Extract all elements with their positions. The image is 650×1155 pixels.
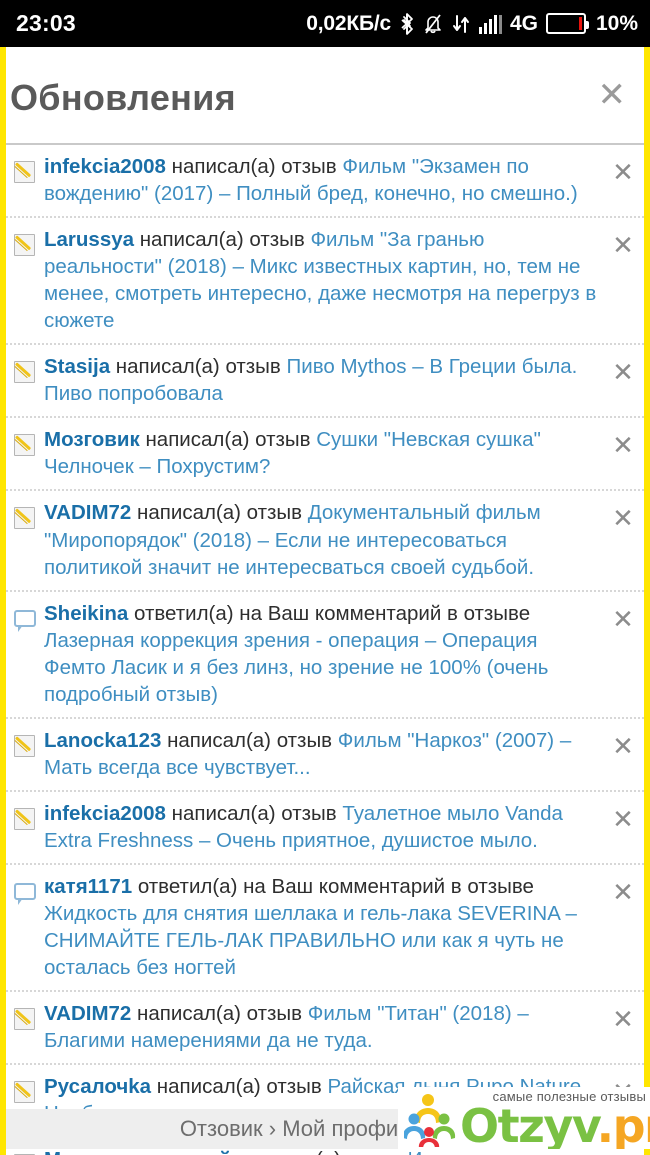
- feed-item-action: написал(а) отзыв: [139, 428, 317, 452]
- feed-item-dismiss-icon[interactable]: ✕: [606, 233, 640, 259]
- battery-icon: [545, 13, 589, 34]
- feed-item-dismiss-icon[interactable]: ✕: [606, 1007, 640, 1033]
- feed-item-username[interactable]: катя1171: [44, 875, 132, 898]
- watermark-name-green: Otzyv: [460, 1099, 598, 1149]
- feed-item-action: написал(а) отзыв: [131, 1002, 308, 1026]
- feed-item-username[interactable]: Larussya: [44, 228, 134, 251]
- feed-item-text: VADIM72 написал(а) отзыв Документальный …: [44, 499, 606, 580]
- feed-item-dismiss-icon[interactable]: ✕: [606, 506, 640, 532]
- review-pencil-icon: [12, 432, 40, 460]
- feed-item-action: написал(а) отзыв: [165, 155, 343, 178]
- review-pencil-icon: [12, 359, 40, 387]
- watermark-name-dot: .: [596, 1099, 614, 1149]
- feed-item-dismiss-icon[interactable]: ✕: [606, 433, 640, 459]
- feed-item-action: написал(а) отзыв: [134, 228, 311, 252]
- feed-item-link[interactable]: Жидкость для снятия шеллака и гель-лака …: [44, 902, 577, 979]
- feed-item-dismiss-icon[interactable]: ✕: [606, 807, 640, 833]
- feed-item-text: катя1171 ответил(а) на Ваш комментарий в…: [44, 873, 606, 981]
- feed-item-text: Stasija написал(а) отзыв Пиво Mythos – В…: [44, 353, 606, 407]
- people-logo-icon: [404, 1094, 456, 1147]
- feed-item-username[interactable]: Sheikina: [44, 602, 128, 625]
- feed-item[interactable]: Sheikina ответил(а) на Ваш комментарий в…: [6, 592, 644, 719]
- feed-item-link[interactable]: Лазерная коррекция зрения - операция – О…: [44, 629, 548, 706]
- bell-muted-icon: [425, 13, 441, 34]
- status-clock: 23:03: [16, 10, 76, 36]
- status-data-speed: 0,02КБ/c: [306, 11, 391, 35]
- watermark-name: Otzyv.pro: [460, 1099, 650, 1149]
- feed-item-username[interactable]: Lanocka123: [44, 729, 161, 752]
- feed-item-action: написал(а) отзыв: [151, 1075, 328, 1099]
- status-icons: 0,02КБ/c 4G 10%: [306, 12, 638, 36]
- feed-item-dismiss-icon[interactable]: ✕: [606, 160, 640, 186]
- review-pencil-icon: [12, 733, 40, 761]
- feed-item-text: infekcia2008 написал(а) отзыв Фильм "Экз…: [44, 153, 606, 207]
- feed-item[interactable]: infekcia2008 написал(а) отзыв Фильм "Экз…: [6, 145, 644, 219]
- review-pencil-icon: [12, 159, 40, 187]
- feed-item-action: написал(а) отзыв: [131, 501, 308, 525]
- feed-item-text: infekcia2008 написал(а) отзыв Туалетное …: [44, 800, 606, 854]
- feed-item-username[interactable]: Stasija: [44, 355, 110, 378]
- feed-item-dismiss-icon[interactable]: ✕: [606, 607, 640, 633]
- watermark-name-orange: pro: [612, 1099, 650, 1149]
- site-watermark: самые полезные отзывы Otzyv.pro: [398, 1087, 650, 1149]
- feed-item-username[interactable]: VADIM72: [44, 501, 131, 524]
- feed-item-dismiss-icon[interactable]: ✕: [606, 880, 640, 906]
- feed-item[interactable]: VADIM72 написал(а) отзыв Документальный …: [6, 491, 644, 592]
- feed-item-text: Мозговик написал(а) отзыв Сушки "Невская…: [44, 426, 606, 480]
- feed-item-action: ответил(а) на Ваш комментарий в отзыве: [128, 601, 531, 625]
- feed-item-action: написал(а) отзыв: [231, 1148, 407, 1155]
- feed-item-action: написал(а) отзыв: [110, 355, 287, 379]
- screen-root: 23:03 0,02КБ/c 4G 10% Обновления ✕ infek…: [0, 0, 650, 1155]
- feed-item[interactable]: Мозговик написал(а) отзыв Сушки "Невская…: [6, 418, 644, 492]
- review-pencil-icon: [12, 1006, 40, 1034]
- feed-item-username[interactable]: Мозговик: [44, 428, 140, 451]
- feed-item-dismiss-icon[interactable]: ✕: [606, 360, 640, 386]
- feed-item-text: Sheikina ответил(а) на Ваш комментарий в…: [44, 600, 606, 708]
- page-sheet: Обновления ✕ infekcia2008 написал(а) отз…: [6, 47, 644, 1155]
- page-title: Обновления: [10, 77, 236, 118]
- page-header: Обновления ✕: [6, 47, 644, 145]
- data-transfer-arrows-icon: [452, 14, 469, 33]
- status-bar: 23:03 0,02КБ/c 4G 10%: [0, 0, 650, 47]
- feed-item-text: Larussya написал(а) отзыв Фильм "За гран…: [44, 226, 606, 334]
- comment-bubble-icon: [12, 606, 40, 634]
- review-pencil-icon: [12, 806, 40, 834]
- feed-item-dismiss-icon[interactable]: ✕: [606, 734, 640, 760]
- feed-item-username[interactable]: Муля не-нервируй: [44, 1148, 231, 1155]
- feed-item-action: ответил(а) на Ваш комментарий в отзыве: [132, 874, 534, 898]
- feed-item[interactable]: Larussya написал(а) отзыв Фильм "За гран…: [6, 218, 644, 346]
- feed-item-username[interactable]: infekcia2008: [44, 802, 166, 825]
- feed-item-action: написал(а) отзыв: [165, 801, 343, 825]
- review-pencil-icon: [12, 232, 40, 260]
- feed-item-action: написал(а) отзыв: [161, 728, 338, 752]
- bluetooth-icon: [401, 12, 413, 35]
- feed-item[interactable]: Stasija написал(а) отзыв Пиво Mythos – В…: [6, 345, 644, 419]
- updates-feed: infekcia2008 написал(а) отзыв Фильм "Экз…: [6, 145, 644, 1155]
- status-network: 4G: [509, 11, 538, 35]
- feed-item[interactable]: infekcia2008 написал(а) отзыв Туалетное …: [6, 792, 644, 865]
- review-pencil-icon: [12, 505, 40, 533]
- feed-item-text: VADIM72 написал(а) отзыв Фильм "Титан" (…: [44, 1000, 606, 1054]
- close-icon[interactable]: ✕: [598, 78, 627, 112]
- feed-item-username[interactable]: VADIM72: [44, 1002, 131, 1025]
- comment-bubble-icon: [12, 879, 40, 907]
- feed-item[interactable]: VADIM72 написал(а) отзыв Фильм "Титан" (…: [6, 992, 644, 1066]
- feed-item-text: Lanocka123 написал(а) отзыв Фильм "Нарко…: [44, 727, 606, 781]
- feed-item-username[interactable]: infekcia2008: [44, 155, 166, 178]
- feed-item[interactable]: катя1171 ответил(а) на Ваш комментарий в…: [6, 865, 644, 993]
- signal-bars-icon: [478, 14, 502, 34]
- feed-item-username[interactable]: Русалочka: [44, 1075, 151, 1098]
- review-pencil-icon: [12, 1079, 40, 1107]
- status-battery-percent: 10%: [595, 11, 638, 35]
- feed-item[interactable]: Lanocka123 написал(а) отзыв Фильм "Нарко…: [6, 719, 644, 792]
